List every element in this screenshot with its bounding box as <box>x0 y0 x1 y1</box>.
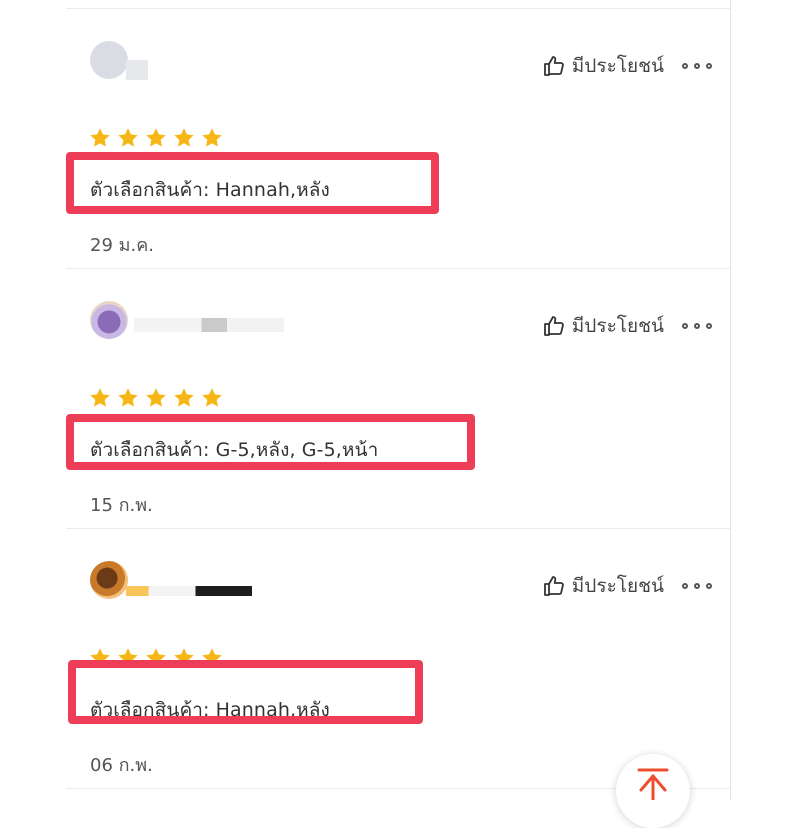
star-icon <box>90 128 110 147</box>
star-icon <box>146 388 166 407</box>
star-rating <box>88 646 224 670</box>
thumbs-up-icon <box>543 56 564 76</box>
helpful-button[interactable]: มีประโยชน์ <box>542 313 664 339</box>
review-item: มีประโยชน์ ตัวเลือกสินค้า: Hannah,หลัง 2… <box>66 8 730 268</box>
star-icon <box>202 388 222 407</box>
helpful-label: มีประโยชน์ <box>571 315 664 337</box>
star-rating <box>88 386 224 410</box>
scroll-to-top-icon <box>637 768 669 800</box>
star-icon <box>146 648 166 667</box>
star-rating <box>88 126 224 150</box>
thumbs-up-icon <box>543 316 564 336</box>
avatar[interactable] <box>90 41 128 79</box>
variant-text: ตัวเลือกสินค้า: Hannah,หลัง <box>90 179 330 201</box>
star-icon <box>90 648 110 667</box>
star-icon <box>118 388 138 407</box>
reviewer-name-redacted <box>126 60 148 80</box>
more-options-icon[interactable] <box>682 54 712 78</box>
star-icon <box>146 128 166 147</box>
review-date: 15 ก.พ. <box>90 495 153 516</box>
scroll-to-top-button[interactable] <box>616 754 690 828</box>
review-date: 29 ม.ค. <box>90 235 154 256</box>
variant-text: ตัวเลือกสินค้า: G-5,หลัง, G-5,หน้า <box>90 439 379 461</box>
star-icon <box>202 128 222 147</box>
star-icon <box>174 648 194 667</box>
star-icon <box>90 388 110 407</box>
reviewer-name-redacted <box>126 586 252 596</box>
star-icon <box>174 128 194 147</box>
star-icon <box>174 388 194 407</box>
more-options-icon[interactable] <box>682 574 712 598</box>
helpful-label: มีประโยชน์ <box>571 575 664 597</box>
star-icon <box>118 128 138 147</box>
thumbs-up-icon <box>543 576 564 596</box>
avatar[interactable] <box>90 561 128 599</box>
review-item: มีประโยชน์ ตัวเลือกสินค้า: Hannah,หลัง 0… <box>66 528 730 788</box>
helpful-label: มีประโยชน์ <box>571 55 664 77</box>
helpful-button[interactable]: มีประโยชน์ <box>542 573 664 599</box>
reviewer-name-redacted <box>134 318 284 332</box>
review-date: 06 ก.พ. <box>90 755 153 776</box>
avatar[interactable] <box>90 301 128 339</box>
more-options-icon[interactable] <box>682 314 712 338</box>
helpful-button[interactable]: มีประโยชน์ <box>542 53 664 79</box>
review-list: มีประโยชน์ ตัวเลือกสินค้า: Hannah,หลัง 2… <box>66 0 731 800</box>
star-icon <box>118 648 138 667</box>
variant-text: ตัวเลือกสินค้า: Hannah,หลัง <box>90 699 330 721</box>
star-icon <box>202 648 222 667</box>
review-item: มีประโยชน์ ตัวเลือกสินค้า: G-5,หลัง, G-5… <box>66 268 730 528</box>
